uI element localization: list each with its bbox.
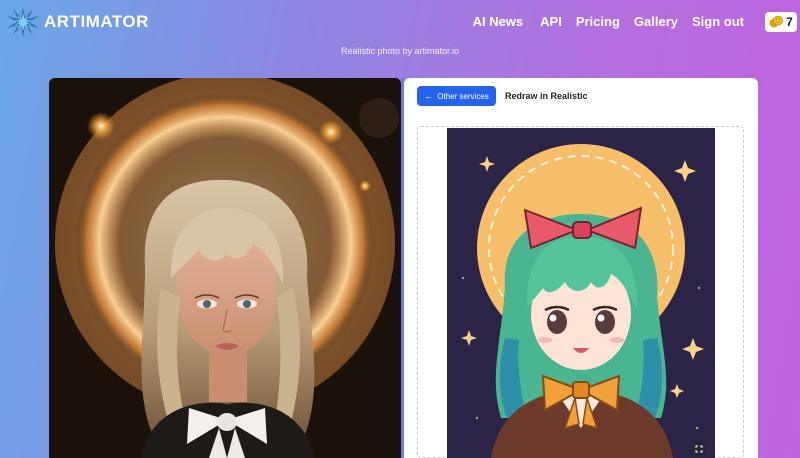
nav-pricing[interactable]: Pricing (576, 14, 620, 29)
fullscreen-button[interactable] (692, 442, 706, 456)
card-title: Redraw in Realistic (505, 91, 588, 101)
source-image-dropzone[interactable] (417, 126, 744, 458)
anime-source-image (447, 128, 715, 458)
result-photo (49, 78, 401, 458)
header: ARTIMATOR AI News API Pricing Gallery Si… (0, 0, 800, 44)
starburst-logo-icon (7, 7, 39, 37)
realistic-portrait-image (49, 78, 401, 458)
nav-gallery[interactable]: Gallery (634, 14, 678, 29)
logo[interactable]: ARTIMATOR (6, 6, 149, 38)
brand-name: ARTIMATOR (44, 12, 149, 31)
credits-count: 7 (786, 15, 793, 29)
page-subtitle: Realistic photo by artimator.io (340, 46, 460, 56)
source-card: ← Other services Redraw in Realistic (404, 78, 758, 458)
nav-ai-news[interactable]: AI News (473, 14, 524, 29)
credits-badge[interactable]: 7 (765, 12, 797, 32)
nav-api[interactable]: API (540, 14, 562, 29)
nav-sign-out[interactable]: Sign out (692, 14, 744, 29)
other-services-label: Other services (437, 91, 489, 101)
other-services-button[interactable]: ← Other services (417, 86, 496, 106)
coin-icon (769, 15, 784, 28)
arrow-left-icon: ← (424, 91, 434, 101)
expand-icon (695, 445, 703, 453)
top-nav: AI News API Pricing Gallery Sign out (473, 14, 758, 29)
